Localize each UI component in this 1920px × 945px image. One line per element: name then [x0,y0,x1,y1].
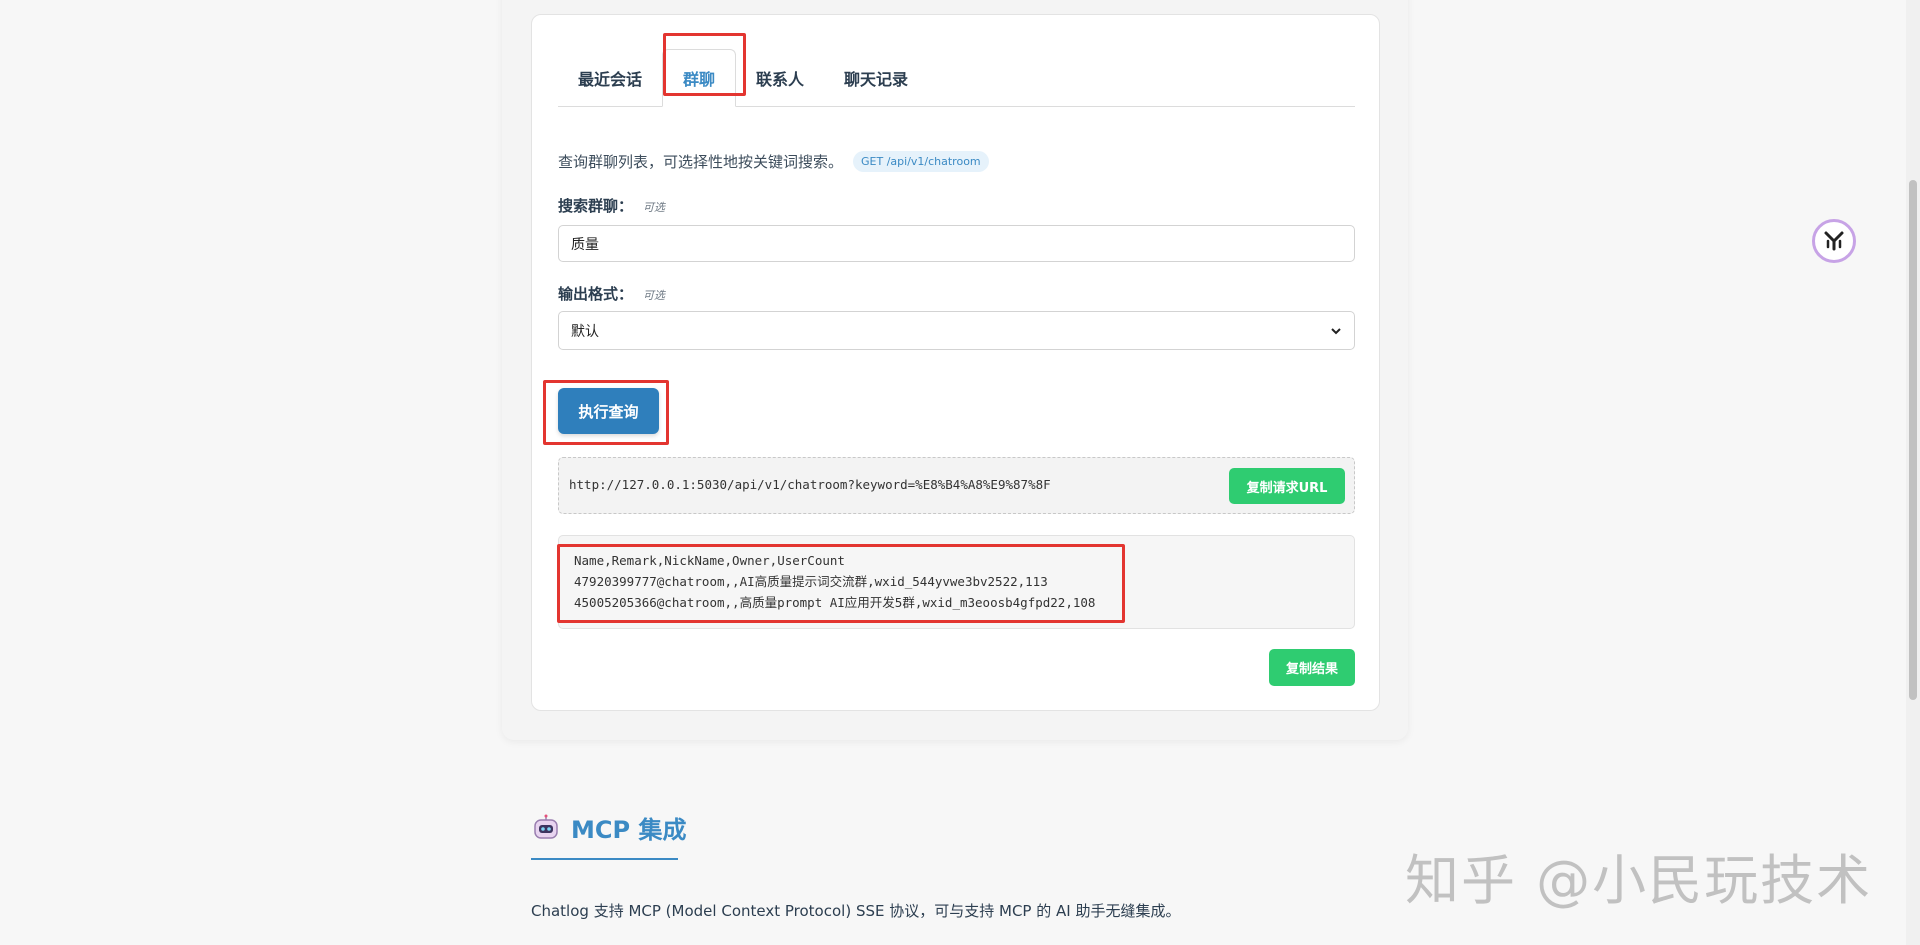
mcp-title-underline [531,858,678,860]
search-label-text: 搜索群聊： [558,197,634,215]
search-optional-hint: 可选 [643,201,666,214]
tab-chat-history[interactable]: 聊天记录 [824,49,928,106]
copy-result-button[interactable]: 复制结果 [1269,649,1355,686]
mcp-description: Chatlog 支持 MCP (Model Context Protocol) … [531,902,1181,920]
format-optional-hint: 可选 [643,289,666,302]
mcp-section-title: MCP 集成 [531,810,686,845]
tab-contacts[interactable]: 联系人 [736,49,824,106]
tab-recent-sessions[interactable]: 最近会话 [558,49,662,106]
format-label: 输出格式： 可选 [558,283,665,304]
y-logo-icon [1824,231,1844,251]
highlight-result [557,544,1125,623]
copy-url-button[interactable]: 复制请求URL [1229,468,1345,504]
search-input[interactable] [558,225,1355,262]
highlight-query-button [543,380,669,445]
page-scrollbar[interactable] [1906,0,1920,945]
request-url-text: http://127.0.0.1:5030/api/v1/chatroom?ke… [569,477,1051,492]
zhihu-watermark: 知乎 @小民玩技术 [1405,849,1873,912]
mcp-title-text: MCP 集成 [571,816,687,844]
highlight-tab-group-chat [663,33,746,96]
endpoint-badge: GET /api/v1/chatroom [853,151,989,172]
scrollbar-thumb[interactable] [1909,180,1917,700]
endpoint-description: 查询群聊列表，可选择性地按关键词搜索。 GET /api/v1/chatroom [558,151,989,172]
request-url-box: http://127.0.0.1:5030/api/v1/chatroom?ke… [558,457,1355,514]
format-label-text: 输出格式： [558,285,634,303]
format-select[interactable]: 默认 [558,311,1355,350]
chevron-down-icon [1331,327,1341,334]
description-text: 查询群聊列表，可选择性地按关键词搜索。 [558,153,844,171]
search-label: 搜索群聊： 可选 [558,195,665,216]
robot-icon [534,814,558,839]
extension-logo-icon[interactable] [1812,219,1856,263]
format-selected-value: 默认 [571,323,599,340]
